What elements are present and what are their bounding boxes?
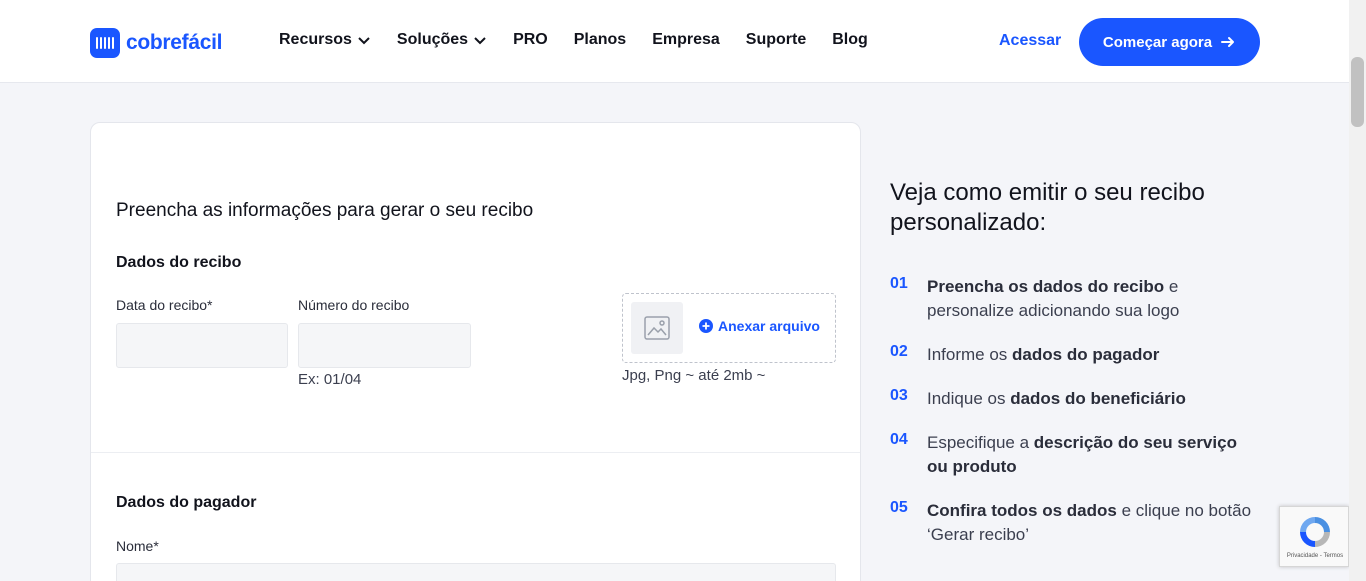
start-now-label: Começar agora xyxy=(1102,33,1213,51)
step-text: Preencha os dados do recibo e personaliz… xyxy=(927,277,1180,320)
upload-hint: Jpg, Png ~ até 2mb ~ xyxy=(622,367,766,384)
nav-item-suporte[interactable]: Suporte xyxy=(746,31,806,49)
arrow-right-icon xyxy=(1221,37,1235,47)
plus-circle-icon xyxy=(699,319,713,333)
nav-item-label: Soluções xyxy=(396,31,469,48)
step-text: Especifique a descrição do seu serviço o… xyxy=(927,433,1237,476)
recaptcha-badge[interactable]: Privacidade - Termos xyxy=(1279,506,1349,567)
logo[interactable]: cobrefácil xyxy=(90,28,223,58)
chevron-down-icon xyxy=(474,37,486,45)
step-number: 04 xyxy=(890,431,908,448)
scrollbar-thumb[interactable] xyxy=(1351,57,1364,127)
attach-file-button[interactable]: Anexar arquivo xyxy=(699,318,820,334)
site-header: cobrefácil Recursos Soluções PRO Planos … xyxy=(0,0,1349,83)
upload-dropzone[interactable]: Anexar arquivo xyxy=(622,293,836,363)
nav-item-pro[interactable]: PRO xyxy=(513,31,548,49)
nav-item-label: Recursos xyxy=(279,31,352,48)
step-number: 05 xyxy=(890,499,908,516)
image-placeholder-icon xyxy=(631,302,683,354)
nav-item-recursos[interactable]: Recursos xyxy=(279,31,371,49)
step-number: 02 xyxy=(890,343,908,360)
section-divider xyxy=(91,452,860,453)
number-input[interactable] xyxy=(298,323,471,368)
nav-item-planos[interactable]: Planos xyxy=(574,31,626,49)
receipt-form-card: Preencha as informações para gerar o seu… xyxy=(90,122,861,581)
logo-text: cobrefácil xyxy=(126,31,223,54)
name-input[interactable] xyxy=(116,563,836,581)
number-hint: Ex: 01/04 xyxy=(298,371,362,388)
recaptcha-links[interactable]: Privacidade - Termos xyxy=(1280,553,1350,559)
step-number: 03 xyxy=(890,387,908,404)
steps-title: Veja como emitir o seu recibo personaliz… xyxy=(890,179,1205,236)
nav-item-solucoes[interactable]: Soluções xyxy=(397,31,487,49)
start-now-button[interactable]: Começar agora xyxy=(1079,18,1260,66)
number-label: Número do recibo xyxy=(298,297,410,313)
step-text: Confira todos os dados e clique no botão… xyxy=(927,501,1252,544)
payer-section-title: Dados do pagador xyxy=(116,494,257,511)
step-text: Indique os dados do beneficiário xyxy=(927,389,1186,408)
login-link[interactable]: Acessar xyxy=(999,32,1061,50)
recaptcha-icon xyxy=(1300,517,1330,547)
date-input[interactable] xyxy=(116,323,288,368)
nav-item-blog[interactable]: Blog xyxy=(832,31,868,49)
chevron-down-icon xyxy=(358,37,370,45)
form-title: Preencha as informações para gerar o seu… xyxy=(116,200,534,221)
date-label: Data do recibo* xyxy=(116,297,213,313)
nav-item-empresa[interactable]: Empresa xyxy=(652,31,720,49)
main-nav: Recursos Soluções PRO Planos Empresa Sup… xyxy=(279,31,894,49)
step-text: Informe os dados do pagador xyxy=(927,345,1160,364)
name-label: Nome* xyxy=(116,538,159,554)
receipt-section-title: Dados do recibo xyxy=(116,254,242,271)
logo-icon xyxy=(90,28,120,58)
attach-file-label: Anexar arquivo xyxy=(718,318,820,334)
step-number: 01 xyxy=(890,275,908,292)
